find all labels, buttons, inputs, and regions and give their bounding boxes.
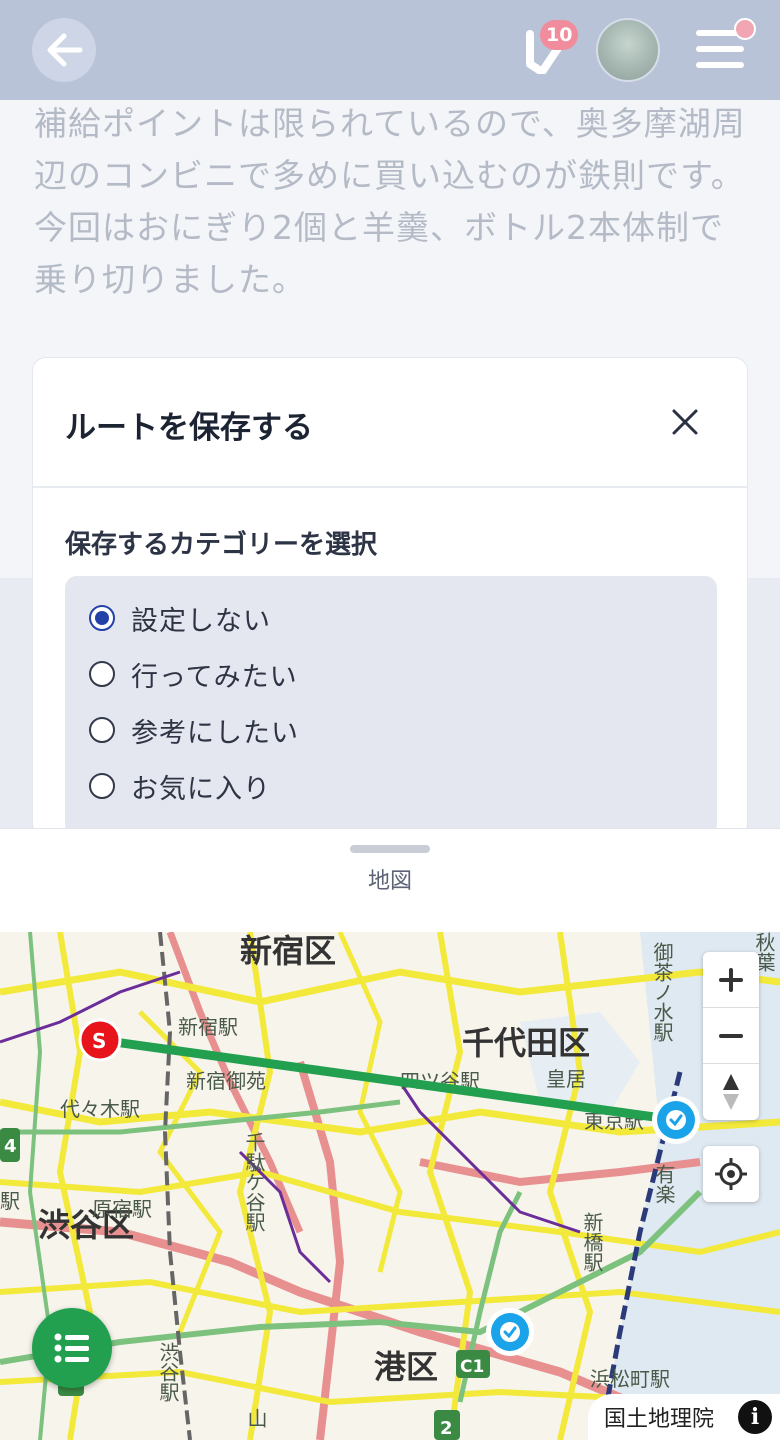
close-button[interactable] (663, 400, 707, 444)
notification-badge: 10 (540, 20, 579, 50)
map-label-shinjuku-gyoen: 新宿御苑 (186, 1069, 266, 1093)
divider (33, 486, 747, 488)
map-label-ochanomizu-eki: 御茶ノ水駅 (650, 942, 674, 1043)
list-icon (54, 1333, 89, 1363)
sheet-drag-handle[interactable] (350, 845, 430, 853)
article-paragraph: 補給ポイントは限られているので、奥多摩湖周辺のコンビニで多めに買い込むのが鉄則で… (34, 104, 746, 299)
map-tiles: 新宿区 千代田区 渋谷区 港区 新宿駅 新宿御苑 四ツ谷駅 皇居 原宿駅 代々木… (0, 932, 780, 1440)
map-label-yoyogi-eki: 代々木駅 (60, 1097, 140, 1121)
locate-controls (703, 1146, 759, 1202)
map-label-shinjuku-eki: 新宿駅 (178, 1015, 238, 1039)
option-want-to-go[interactable]: 行ってみたい (89, 654, 298, 694)
compass-button[interactable] (703, 1064, 759, 1120)
svg-text:S: S (92, 1029, 106, 1053)
radio-button[interactable] (89, 661, 115, 687)
route-shield-2: 2 (434, 1410, 460, 1440)
compass-icon (723, 1074, 739, 1110)
map-attribution: 国土地理院 i (588, 1394, 780, 1440)
route-shield-4: 4 (0, 1128, 20, 1162)
radio-button[interactable] (89, 605, 115, 631)
map-label-kokyo: 皇居 (546, 1067, 586, 1091)
option-label: 設定しない (131, 605, 271, 637)
avatar[interactable] (596, 18, 660, 82)
map-label-shimbashi-eki: 新橋駅 (580, 1212, 604, 1273)
map-label-sendagaya-eki: 千駄ケ谷駅 (242, 1132, 266, 1233)
locate-button[interactable] (703, 1146, 759, 1202)
plus-icon (719, 967, 743, 992)
map-label-shinjuku-ku: 新宿区 (240, 932, 336, 970)
zoom-out-button[interactable] (703, 1008, 759, 1064)
back-button[interactable] (32, 18, 96, 82)
category-section-label: 保存するカテゴリーを選択 (65, 530, 378, 560)
waypoint-marker[interactable] (652, 1096, 700, 1144)
menu-notification-dot (734, 18, 756, 40)
option-reference[interactable]: 参考にしたい (89, 710, 299, 750)
map-label-minato-ku: 港区 (374, 1348, 438, 1386)
zoom-controls (703, 952, 759, 1120)
route-map[interactable]: 新宿区 千代田区 渋谷区 港区 新宿駅 新宿御苑 四ツ谷駅 皇居 原宿駅 代々木… (0, 932, 780, 1440)
option-none[interactable]: 設定しない (89, 598, 271, 638)
waypoint-marker[interactable] (486, 1308, 534, 1356)
zoom-in-button[interactable] (703, 952, 759, 1008)
minus-icon (719, 1033, 743, 1038)
radio-button[interactable] (89, 717, 115, 743)
map-label-shibuya-eki: 渋谷駅 (156, 1342, 180, 1403)
map-label-hamamatsucho-eki: 浜松町駅 (590, 1367, 670, 1391)
hamburger-bar (696, 62, 744, 68)
map-label-yamanote-fragment: 山 (244, 1408, 268, 1428)
category-radio-group: 設定しない 行ってみたい 参考にしたい お気に入り (65, 576, 717, 836)
back-arrow-icon (47, 33, 83, 67)
option-label: 参考にしたい (131, 717, 299, 749)
svg-text:2: 2 (440, 1418, 453, 1439)
option-label: 行ってみたい (131, 661, 298, 693)
option-label: お気に入り (131, 773, 271, 805)
svg-text:C1: C1 (460, 1357, 484, 1377)
crosshair-icon (715, 1158, 747, 1190)
save-route-modal: ルートを保存する 保存するカテゴリーを選択 設定しない 行ってみたい 参考にした… (32, 357, 748, 837)
map-label-yurakucho: 有楽 (652, 1164, 676, 1204)
modal-title: ルートを保存する (65, 410, 313, 446)
map-label-harajuku-eki: 原宿駅 (92, 1197, 152, 1221)
start-marker[interactable]: S (78, 1018, 122, 1062)
hamburger-bar (696, 46, 744, 52)
attribution-text: 国土地理院 (604, 1407, 715, 1432)
info-icon[interactable]: i (738, 1400, 772, 1434)
radio-button[interactable] (89, 773, 115, 799)
map-label-chiyoda-ku: 千代田区 (462, 1024, 590, 1062)
route-shield-c1: C1 (456, 1350, 490, 1378)
option-favorite[interactable]: お気に入り (89, 766, 271, 806)
sheet-title: 地図 (367, 869, 412, 894)
app-header: 10 (0, 0, 780, 100)
close-icon (672, 409, 698, 435)
map-label-eki-fragment: 駅 (0, 1189, 20, 1213)
svg-text:4: 4 (4, 1136, 17, 1157)
list-button[interactable] (32, 1308, 112, 1388)
